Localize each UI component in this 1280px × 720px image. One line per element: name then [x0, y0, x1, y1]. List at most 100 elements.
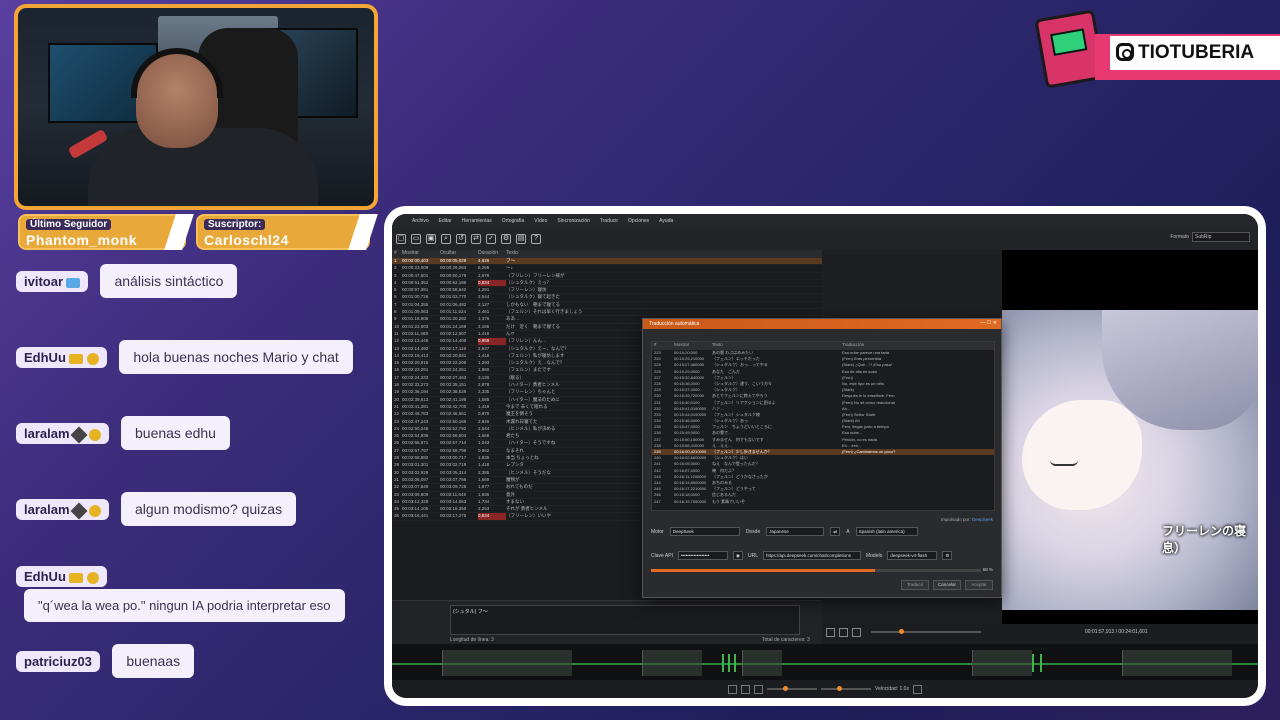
settings-button[interactable]	[912, 684, 922, 694]
table-row[interactable]: 7 00:01:04,355 00:01:06,482 2,127 しかもない 朝まで寝…	[392, 302, 822, 310]
table-cell: 00:01:11,524	[440, 309, 466, 315]
table-cell: 2,544	[478, 294, 490, 300]
settings-icon[interactable]: ⚙	[501, 234, 511, 244]
table-cell: 00:03:02,719	[440, 462, 467, 468]
prev-button[interactable]	[728, 684, 738, 694]
help-icon[interactable]: ?	[531, 234, 541, 244]
table-cell: 00:03:05,314	[440, 469, 467, 475]
fullscreen-button[interactable]	[852, 627, 861, 637]
column-header[interactable]: #	[392, 250, 402, 258]
column-header[interactable]: Texto	[506, 250, 822, 258]
table-cell: もう 素晴でいいぞ	[712, 498, 745, 504]
search-icon[interactable]: ⌕	[441, 234, 451, 244]
volume-slider[interactable]	[821, 686, 872, 691]
chat-message: EdhUu "q´wea la wea po." ningun IA podri…	[16, 566, 386, 622]
column-header[interactable]: Mostrar	[402, 250, 440, 258]
table-cell: 00:01:20,282	[440, 316, 467, 322]
window-buttons[interactable]: — ☐ ✕	[981, 320, 997, 326]
menu-item[interactable]: Vídeo	[534, 218, 547, 224]
menu-item[interactable]: Ayuda	[659, 218, 673, 224]
table-cell: 00:00:23,009	[402, 265, 429, 271]
model-field[interactable]: deepseek-v4-flash	[887, 551, 938, 560]
table-cell: 2,544	[478, 425, 490, 431]
waveform-segment[interactable]	[642, 650, 702, 676]
table-cell: 00:01:22,003	[402, 323, 429, 329]
waveform[interactable]	[392, 644, 1258, 680]
table-cell: 247	[654, 498, 661, 504]
settings-icon[interactable]: ⚙	[942, 551, 953, 560]
waveform-controls: Velocidad: 1.0x	[392, 680, 1258, 698]
column-header[interactable]: Duración	[478, 250, 506, 258]
waveform-segment[interactable]	[742, 650, 782, 676]
table-cell: 00:03:11,645	[440, 491, 466, 497]
target-language-dropdown[interactable]: Spanish (latin america)	[855, 527, 918, 536]
table-cell: 31	[394, 476, 400, 482]
menu-item[interactable]: Ortografía	[502, 218, 525, 224]
show-key-icon[interactable]: ◉	[732, 551, 743, 560]
waveform-segment[interactable]	[972, 650, 1032, 676]
table-cell: 00:03:00,717	[440, 455, 467, 461]
translation-row[interactable]: 247 00:16:19,7550000 もう 素晴でいいぞ	[652, 499, 994, 505]
menu-item[interactable]: Sincronización	[557, 218, 590, 224]
last-follower-banner: Último Seguidor Phantom_monk	[18, 214, 194, 250]
table-cell: 0,878	[478, 411, 490, 417]
replace-icon[interactable]: ↺	[456, 234, 466, 244]
menu-item[interactable]: Traducir	[600, 218, 618, 224]
column-header[interactable]: Traducción	[842, 342, 994, 350]
table-row[interactable]: 8 00:01:09,063 00:01:11,524 2,461 （フェルン）それは早…	[392, 309, 822, 317]
save-icon[interactable]: ▣	[426, 234, 436, 244]
table-cell: 00:00:57,391	[402, 287, 429, 293]
format-dropdown[interactable]: SubRip	[1192, 232, 1250, 242]
play-selection-button[interactable]	[741, 684, 751, 694]
table-row[interactable]: 4 00:00:51,352 00:00:52,186 0,834 （シュタルク）えっ？	[392, 279, 822, 288]
url-field[interactable]: https://api.deepseek.com/chat/completion…	[762, 551, 861, 560]
table-cell: 1,376	[478, 316, 490, 322]
seek-bar[interactable]	[871, 629, 981, 634]
table-cell: 00:03:17,275	[440, 513, 467, 519]
channel-name: TIOTUBERIA	[1110, 36, 1280, 70]
table-cell: 00:02:22,208	[440, 360, 467, 366]
zoom-slider[interactable]	[767, 686, 818, 691]
stop-button[interactable]	[839, 627, 848, 637]
source-language-dropdown[interactable]: Japanese	[766, 527, 825, 536]
powered-by-link[interactable]: DeepSeek	[972, 517, 993, 522]
table-row[interactable]: 5 00:00:57,391 00:00:58,642 1,251 （フリーレン）寝坊	[392, 287, 822, 295]
sync-icon[interactable]: ⇄	[471, 234, 481, 244]
menu-item[interactable]: Editar	[439, 218, 452, 224]
table-row[interactable]: 3 00:00:47,501 00:00:50,179 2,678 （フリレン）フリーレ…	[392, 273, 822, 280]
table-cell: 1,418	[478, 330, 490, 336]
play-button[interactable]	[826, 627, 835, 637]
waveform-segment[interactable]	[442, 650, 572, 676]
menu-item[interactable]: Herramientas	[462, 218, 492, 224]
menu-item[interactable]: Archivo	[412, 218, 429, 224]
column-header[interactable]: #	[652, 342, 674, 350]
new-file-icon[interactable]: ▢	[396, 234, 406, 244]
waveform-segment[interactable]	[1122, 650, 1232, 676]
crown-icon	[68, 353, 83, 364]
table-cell: 17	[394, 374, 400, 380]
column-header[interactable]: Texto	[712, 342, 842, 350]
engine-dropdown[interactable]: DeepSeek	[669, 527, 740, 536]
last-follower-name: Phantom_monk	[26, 232, 138, 248]
table-cell: 13	[394, 345, 400, 351]
table-row[interactable]: 6 00:01:00,726 00:01:03,770 2,544 （シュタルク）寝て起…	[392, 294, 822, 302]
menu-item[interactable]: Opciones	[628, 218, 649, 224]
column-header[interactable]: Mostrar	[674, 342, 712, 350]
subtitle-textarea[interactable]: (シュタル) フ〜	[450, 605, 800, 635]
cancel-button[interactable]: Cancelar	[933, 580, 961, 590]
table-cell: 1,669	[478, 476, 490, 482]
chat-username: laralam	[16, 499, 109, 520]
table-cell: 2,627	[478, 345, 490, 351]
column-header[interactable]: Ocultar	[440, 250, 478, 258]
table-row[interactable]: 2 00:00:23,009 00:00:29,264 6,255 〜♪	[392, 265, 822, 273]
accept-button[interactable]: Aceptar	[965, 580, 993, 590]
spellcheck-icon[interactable]: ✓	[486, 234, 496, 244]
open-folder-icon[interactable]: ▭	[411, 234, 421, 244]
next-button[interactable]	[754, 684, 764, 694]
layout-icon[interactable]: ▤	[516, 234, 526, 244]
table-row[interactable]: 1 00:00:00,403 00:00:05,029 4,626 フ〜	[392, 258, 822, 266]
table-cell: 00:02:58,799	[440, 447, 467, 453]
api-key-field[interactable]: ••••••••••••••••••	[677, 551, 728, 560]
swap-languages-icon[interactable]: ⇄	[830, 527, 841, 536]
translate-button[interactable]: Traducir	[901, 580, 929, 590]
